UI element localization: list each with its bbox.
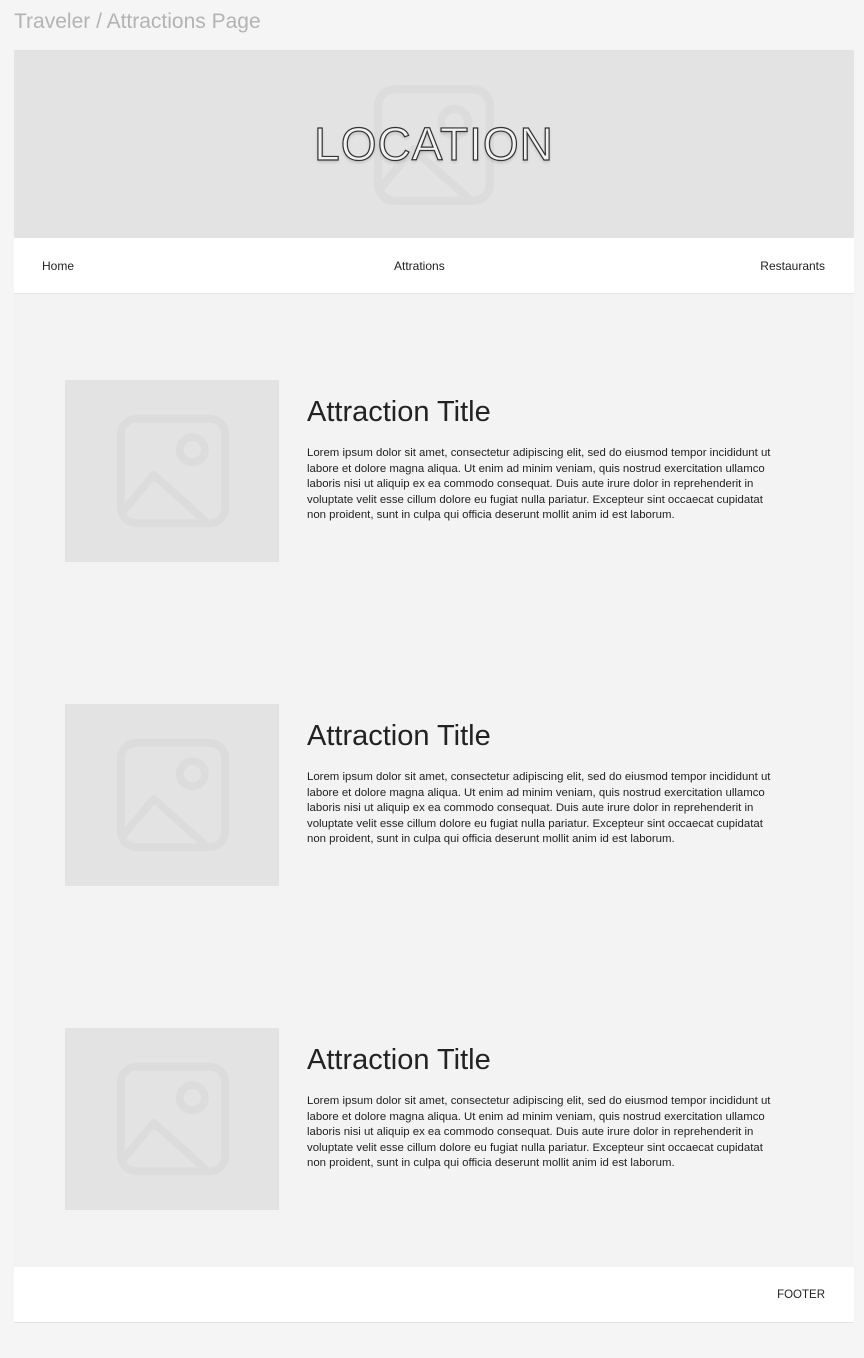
image-placeholder-icon <box>116 414 230 528</box>
attraction-title: Attraction Title <box>307 396 491 428</box>
frame-title: Traveler / Attractions Page <box>14 10 261 33</box>
attraction-description: Lorem ipsum dolor sit amet, consectetur … <box>307 771 771 845</box>
attraction-card: Attraction Title Lorem ipsum dolor sit a… <box>65 380 805 562</box>
attraction-image <box>65 704 279 886</box>
hero-title: LOCATION <box>314 117 554 170</box>
attraction-description: Lorem ipsum dolor sit amet, consectetur … <box>307 1095 771 1169</box>
attraction-image <box>65 380 279 562</box>
attraction-description: Lorem ipsum dolor sit amet, consectetur … <box>307 447 771 521</box>
footer-label: FOOTER <box>777 1289 825 1301</box>
page-footer: FOOTER <box>14 1267 854 1323</box>
nav-item-home[interactable]: Home <box>42 238 74 293</box>
attraction-title: Attraction Title <box>307 720 491 752</box>
hero-banner: LOCATION <box>14 50 854 238</box>
nav-item-restaurants[interactable]: Restaurants <box>760 238 825 293</box>
attraction-image <box>65 1028 279 1210</box>
image-placeholder-icon <box>116 738 230 852</box>
main-navigation: Home Attrations Restaurants <box>14 238 854 294</box>
attractions-page: LOCATION Home Attrations Restaurants Att… <box>14 50 854 1323</box>
attraction-card: Attraction Title Lorem ipsum dolor sit a… <box>65 704 805 886</box>
attraction-card: Attraction Title Lorem ipsum dolor sit a… <box>65 1028 805 1210</box>
image-placeholder-icon <box>116 1062 230 1176</box>
nav-item-attractions[interactable]: Attrations <box>394 238 445 293</box>
attraction-title: Attraction Title <box>307 1044 491 1076</box>
